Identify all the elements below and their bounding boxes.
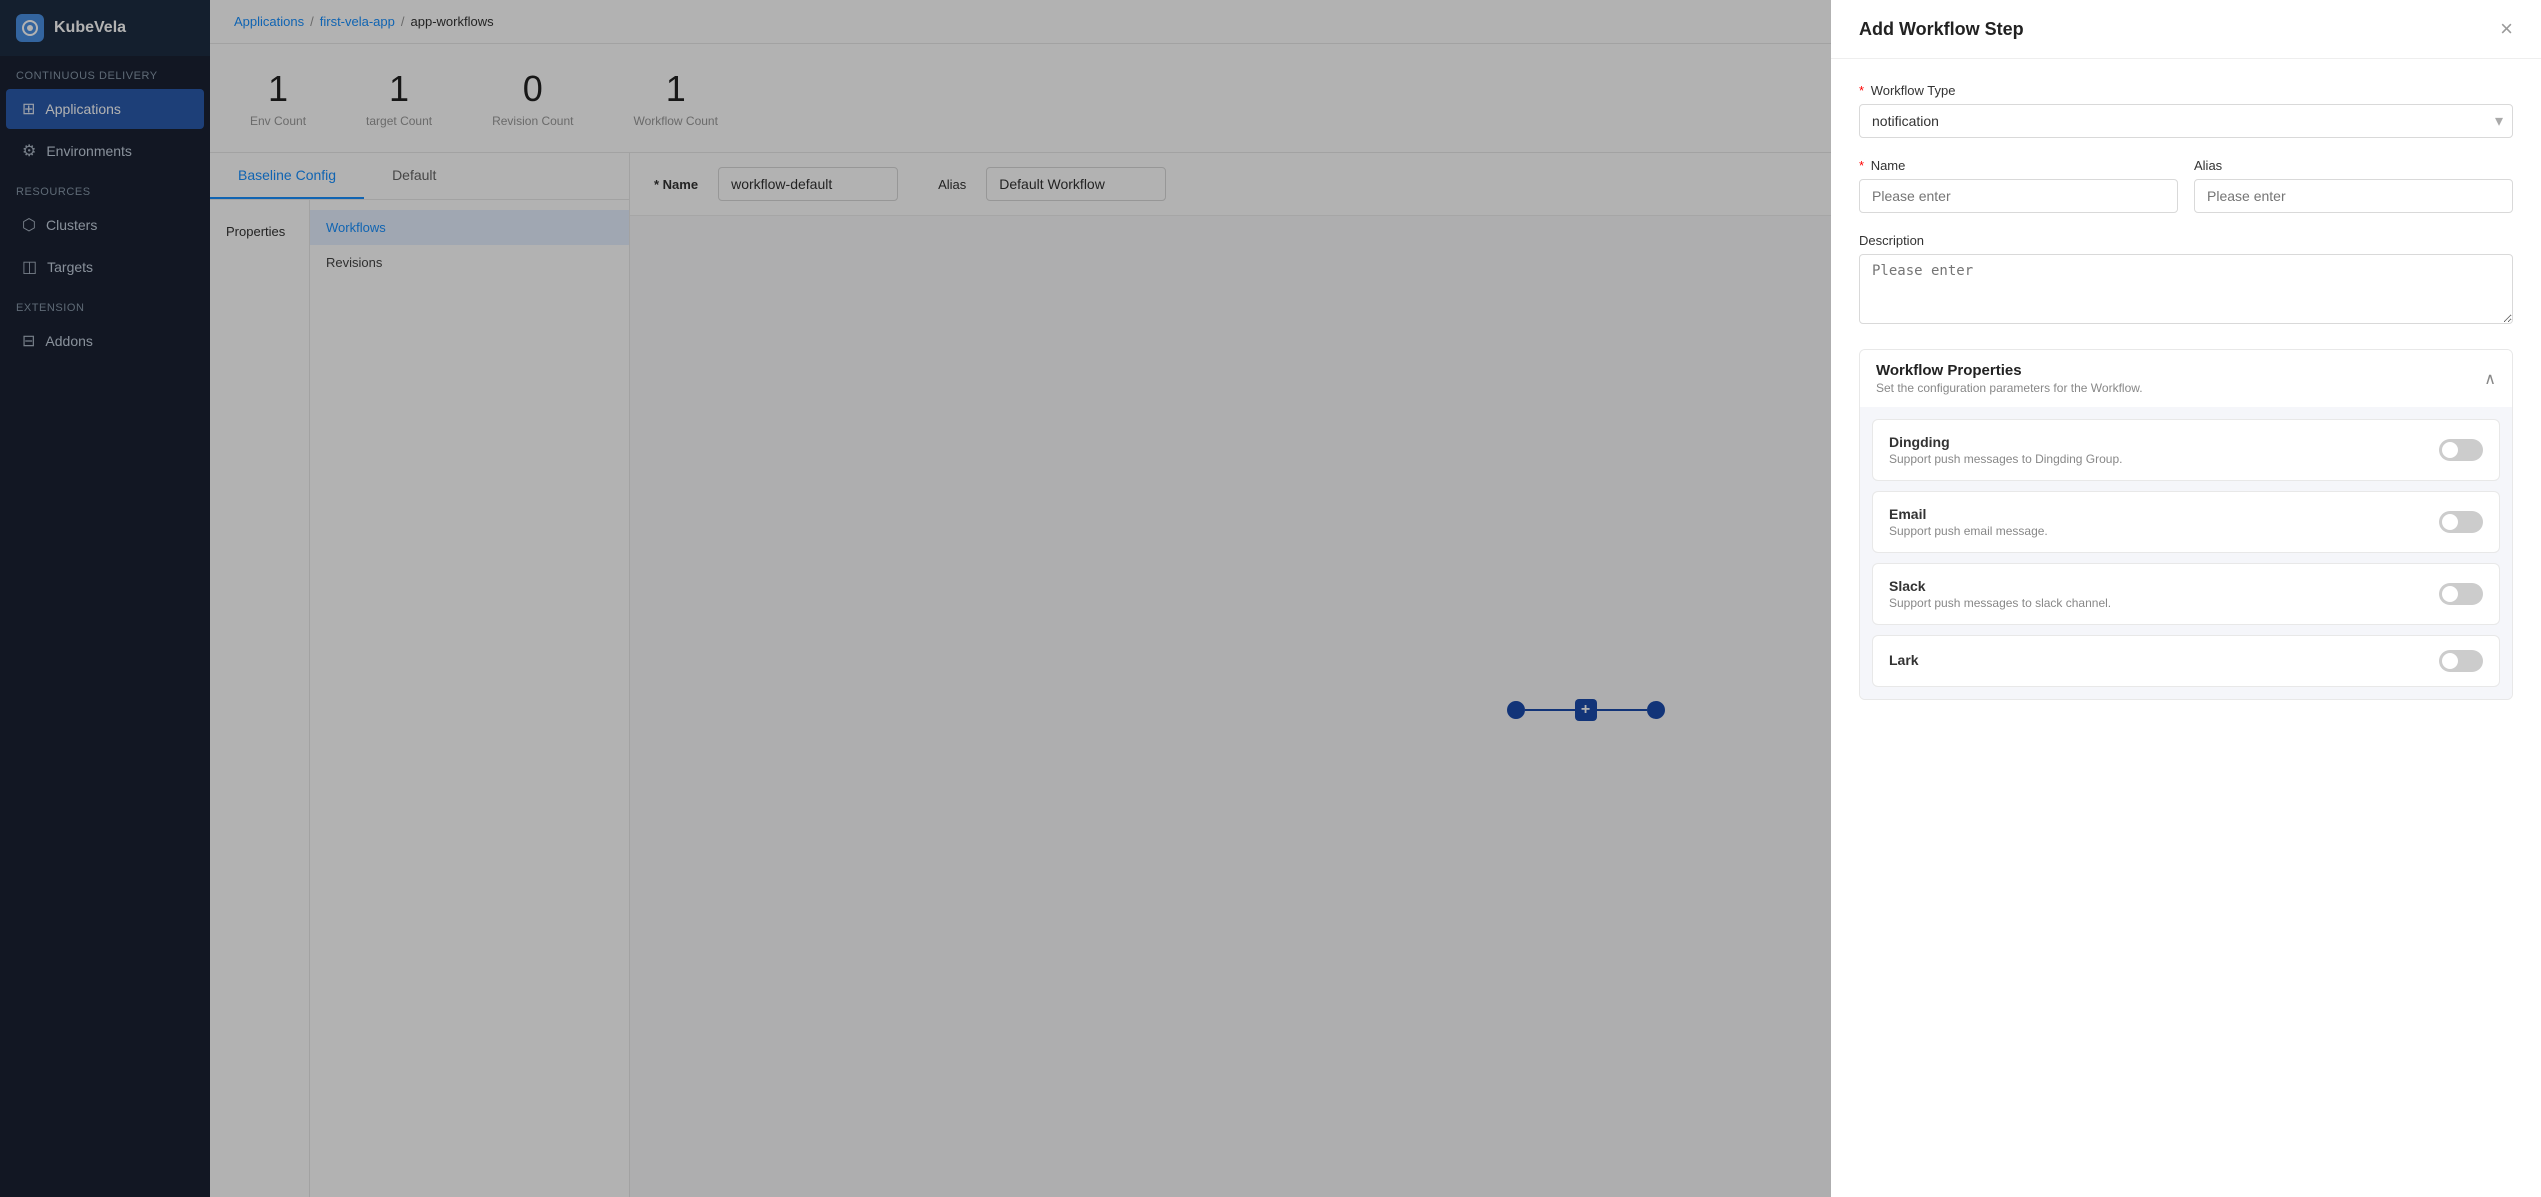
email-desc: Support push email message. bbox=[1889, 524, 2048, 538]
workflow-properties-section: Workflow Properties Set the configuratio… bbox=[1859, 349, 2513, 700]
description-field: Description bbox=[1859, 233, 2513, 329]
toggle-email: Email Support push email message. bbox=[1872, 491, 2500, 553]
name-label: * Name bbox=[1859, 158, 2178, 173]
modal-title: Add Workflow Step bbox=[1859, 19, 2024, 40]
lark-title: Lark bbox=[1889, 652, 1919, 668]
name-input[interactable] bbox=[1859, 179, 2178, 213]
wp-header-content: Workflow Properties Set the configuratio… bbox=[1876, 362, 2143, 395]
name-alias-row: * Name Alias bbox=[1859, 158, 2513, 233]
dingding-title: Dingding bbox=[1889, 434, 2122, 450]
workflow-type-field: * Workflow Type notification deploy susp… bbox=[1859, 83, 2513, 138]
email-toggle[interactable] bbox=[2439, 511, 2483, 533]
toggle-lark: Lark bbox=[1872, 635, 2500, 687]
dingding-toggle[interactable] bbox=[2439, 439, 2483, 461]
toggle-dingding: Dingding Support push messages to Dingdi… bbox=[1872, 419, 2500, 481]
wp-collapse-icon[interactable]: ∧ bbox=[2484, 369, 2496, 389]
add-workflow-step-modal: Add Workflow Step × * Workflow Type noti… bbox=[1831, 0, 2541, 1197]
workflow-properties-header[interactable]: Workflow Properties Set the configuratio… bbox=[1860, 350, 2512, 407]
email-title: Email bbox=[1889, 506, 2048, 522]
workflow-type-select-wrapper: notification deploy suspend ▾ bbox=[1859, 104, 2513, 138]
alias-input[interactable] bbox=[2194, 179, 2513, 213]
description-textarea[interactable] bbox=[1859, 254, 2513, 324]
slack-desc: Support push messages to slack channel. bbox=[1889, 596, 2111, 610]
workflow-type-select[interactable]: notification deploy suspend bbox=[1859, 104, 2513, 138]
toggle-slack: Slack Support push messages to slack cha… bbox=[1872, 563, 2500, 625]
modal-header: Add Workflow Step × bbox=[1831, 0, 2541, 59]
modal-body: * Workflow Type notification deploy susp… bbox=[1831, 59, 2541, 1197]
description-label: Description bbox=[1859, 233, 2513, 248]
lark-toggle[interactable] bbox=[2439, 650, 2483, 672]
slack-toggle[interactable] bbox=[2439, 583, 2483, 605]
slack-title: Slack bbox=[1889, 578, 2111, 594]
alias-label: Alias bbox=[2194, 158, 2513, 173]
workflow-properties-body: Dingding Support push messages to Dingdi… bbox=[1860, 407, 2512, 699]
wp-title: Workflow Properties bbox=[1876, 362, 2143, 379]
workflow-type-label: * Workflow Type bbox=[1859, 83, 2513, 98]
dingding-desc: Support push messages to Dingding Group. bbox=[1889, 452, 2122, 466]
wp-subtitle: Set the configuration parameters for the… bbox=[1876, 381, 2143, 395]
alias-field: Alias bbox=[2194, 158, 2513, 213]
name-field: * Name bbox=[1859, 158, 2178, 213]
modal-close-button[interactable]: × bbox=[2500, 18, 2513, 40]
